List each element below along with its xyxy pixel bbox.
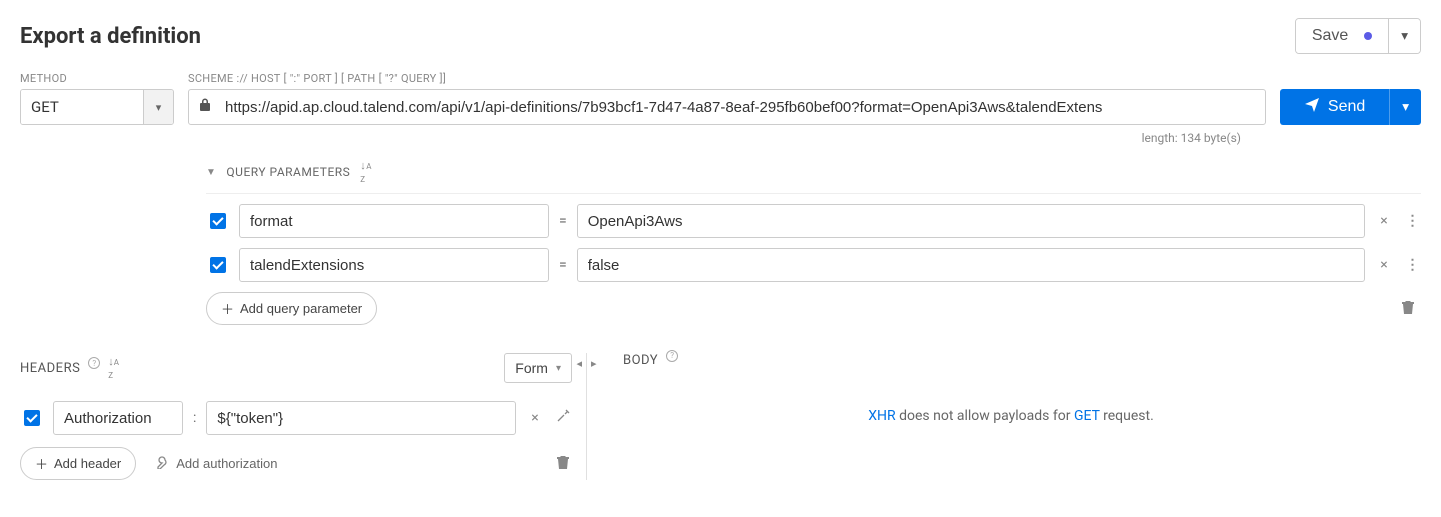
save-label: Save (1312, 27, 1348, 45)
param-key-input[interactable] (239, 248, 549, 282)
sort-icon[interactable]: ↓AZ (108, 355, 119, 381)
help-icon[interactable]: ? (666, 350, 678, 362)
param-key-input[interactable] (239, 204, 549, 238)
magic-fill-icon[interactable] (554, 409, 572, 427)
key-icon (156, 455, 170, 472)
query-params-label: QUERY PARAMETERS (226, 165, 350, 179)
collapse-left-icon[interactable]: ◂ (576, 357, 582, 370)
equals-sign: = (559, 213, 567, 229)
headers-label: HEADERS (20, 361, 80, 376)
collapse-right-icon[interactable]: ▸ (591, 357, 597, 370)
send-button[interactable]: Send (1280, 89, 1389, 125)
query-param-row: = × ⋮ (206, 248, 1421, 282)
headers-view-value: Form (515, 360, 548, 376)
remove-param-icon[interactable]: × (1375, 257, 1393, 273)
chevron-down-icon: ▼ (206, 167, 216, 178)
param-menu-icon[interactable]: ⋮ (1403, 217, 1421, 225)
add-header-button[interactable]: ＋ Add header (20, 447, 136, 480)
chevron-down-icon: ▾ (1402, 99, 1409, 114)
method-value: GET (21, 90, 143, 124)
header-row: : × (20, 401, 572, 435)
colon: : (193, 410, 196, 426)
body-msg-xhr: XHR (868, 408, 895, 424)
param-enabled-checkbox[interactable] (210, 257, 226, 273)
param-value-input[interactable] (577, 248, 1365, 282)
method-label: METHOD (20, 72, 174, 85)
plus-icon: ＋ (35, 454, 48, 473)
sort-icon[interactable]: ↓AZ (360, 159, 372, 185)
headers-view-select[interactable]: Form ▾ (504, 353, 572, 383)
save-button-group: Save ▾ (1295, 18, 1421, 54)
chevron-down-icon: ▾ (1401, 28, 1408, 43)
unsaved-indicator-icon (1364, 32, 1372, 40)
send-label: Send (1328, 98, 1365, 116)
url-input-wrap (188, 89, 1266, 125)
url-length-info: length: 134 byte(s) (206, 131, 1241, 145)
send-dropdown-button[interactable]: ▾ (1389, 89, 1421, 125)
query-params-header[interactable]: ▼ QUERY PARAMETERS ↓AZ (206, 159, 1421, 194)
add-query-param-label: Add query parameter (240, 301, 362, 316)
url-label: SCHEME :// HOST [ ":" PORT ] [ PATH [ "?… (188, 72, 1266, 85)
delete-all-params-icon[interactable] (1399, 299, 1417, 319)
remove-param-icon[interactable]: × (1375, 213, 1393, 229)
body-msg-method: GET (1074, 408, 1100, 424)
param-menu-icon[interactable]: ⋮ (1403, 261, 1421, 269)
chevron-down-icon: ▾ (556, 363, 561, 374)
help-icon[interactable]: ? (88, 357, 100, 369)
add-header-label: Add header (54, 456, 121, 471)
send-icon (1304, 97, 1320, 118)
plus-icon: ＋ (221, 299, 234, 318)
save-dropdown-button[interactable]: ▾ (1388, 19, 1420, 53)
delete-all-headers-icon[interactable] (554, 454, 572, 474)
chevron-down-icon: ▾ (143, 90, 173, 124)
lock-icon (199, 98, 211, 116)
add-query-param-button[interactable]: ＋ Add query parameter (206, 292, 377, 325)
param-enabled-checkbox[interactable] (210, 213, 226, 229)
equals-sign: = (559, 257, 567, 273)
query-param-row: = × ⋮ (206, 204, 1421, 238)
body-msg-mid: does not allow payloads for (896, 408, 1074, 424)
send-button-group: Send ▾ (1280, 89, 1421, 125)
header-value-input[interactable] (206, 401, 516, 435)
body-label: BODY (623, 353, 658, 368)
method-select[interactable]: GET ▾ (20, 89, 174, 125)
add-authorization-button[interactable]: Add authorization (150, 454, 283, 473)
save-button[interactable]: Save (1296, 19, 1388, 53)
header-enabled-checkbox[interactable] (24, 410, 40, 426)
param-value-input[interactable] (577, 204, 1365, 238)
body-msg-suffix: request. (1100, 408, 1154, 424)
add-authorization-label: Add authorization (176, 456, 277, 471)
url-input[interactable] (223, 98, 1255, 117)
body-disabled-message: XHR does not allow payloads for GET requ… (601, 408, 1421, 424)
remove-header-icon[interactable]: × (526, 410, 544, 426)
page-title: Export a definition (20, 24, 201, 49)
header-key-input[interactable] (53, 401, 183, 435)
